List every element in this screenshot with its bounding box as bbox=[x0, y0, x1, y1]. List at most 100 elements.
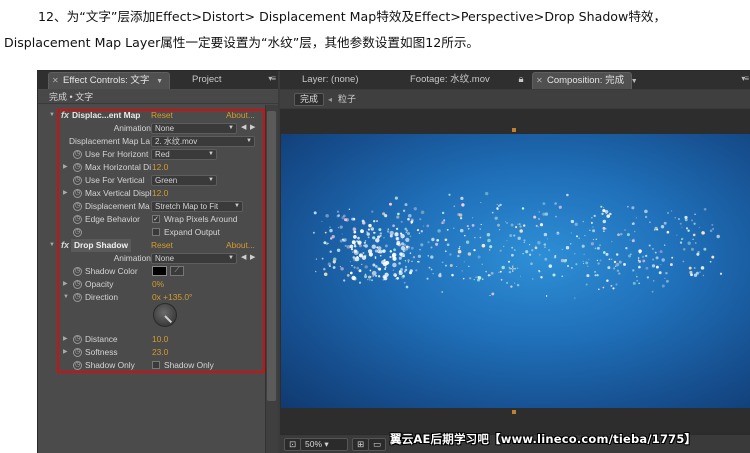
particle bbox=[539, 223, 544, 227]
max-vertical-value[interactable]: 12.0 bbox=[152, 187, 168, 200]
animation-presets-dropdown[interactable]: None ▼ bbox=[151, 123, 237, 134]
opacity-row: ▶ ◷ Opacity 0% bbox=[38, 278, 265, 291]
reset-button[interactable]: Reset bbox=[151, 109, 173, 122]
previous-preset-icon[interactable]: ◀ bbox=[241, 122, 246, 135]
stopwatch-icon[interactable]: ◷ bbox=[73, 361, 82, 370]
particle bbox=[537, 226, 539, 228]
particle bbox=[455, 265, 458, 268]
panel-menu-icon[interactable]: ▾≡ bbox=[741, 74, 749, 83]
particle bbox=[583, 253, 585, 255]
particle bbox=[340, 267, 344, 271]
comp-button-done[interactable]: 完成 bbox=[294, 93, 325, 106]
particle bbox=[427, 255, 429, 257]
particle bbox=[463, 261, 465, 263]
placement-dropdown[interactable]: Stretch Map to Fit ▼ bbox=[151, 201, 243, 212]
tab-project[interactable]: Project bbox=[186, 72, 228, 89]
composition-viewer[interactable]: ✛ bbox=[280, 109, 750, 434]
shadow-color-swatch[interactable] bbox=[152, 266, 167, 276]
map-layer-label: Displacement Map La bbox=[69, 136, 150, 146]
expand-triangle-icon[interactable]: ▶ bbox=[63, 187, 68, 200]
about-button[interactable]: About... bbox=[226, 239, 255, 252]
tab-footage[interactable]: Footage: 水纹.mov bbox=[404, 72, 496, 89]
about-button[interactable]: About... bbox=[226, 109, 255, 122]
direction-value[interactable]: 0x +135.0° bbox=[152, 291, 192, 304]
fx-icon[interactable]: fx bbox=[61, 239, 69, 252]
expand-output-checkbox[interactable] bbox=[152, 228, 160, 236]
shadow-only-checkbox[interactable] bbox=[152, 361, 160, 369]
stopwatch-icon[interactable]: ◷ bbox=[73, 176, 82, 185]
stopwatch-icon[interactable]: ◷ bbox=[73, 202, 82, 211]
expand-output-label: Expand Output bbox=[164, 227, 220, 237]
stopwatch-icon[interactable]: ◷ bbox=[73, 335, 82, 344]
bounding-handle-top[interactable] bbox=[512, 128, 516, 132]
stopwatch-icon[interactable]: ◷ bbox=[73, 189, 82, 198]
particle bbox=[439, 272, 442, 276]
stopwatch-icon[interactable]: ◷ bbox=[73, 348, 82, 357]
bounding-handle-bottom[interactable] bbox=[512, 410, 516, 414]
frame-icon[interactable]: ▭ bbox=[368, 438, 387, 451]
tab-composition[interactable]: ✕ Composition: 完成 ▼ bbox=[532, 72, 638, 89]
map-layer-dropdown[interactable]: 2. 水纹.mov ▼ bbox=[151, 136, 255, 147]
particle bbox=[594, 247, 597, 250]
direction-dial[interactable] bbox=[153, 303, 177, 327]
ds-animation-presets-dropdown[interactable]: None ▼ bbox=[151, 253, 237, 264]
particle bbox=[378, 228, 382, 232]
scrollbar-thumb[interactable] bbox=[267, 111, 276, 401]
use-horizontal-dropdown[interactable]: Red ▼ bbox=[151, 149, 217, 160]
comp-crumb-particles[interactable]: 粒子 bbox=[338, 93, 356, 106]
grid-icon[interactable]: ⊞ bbox=[352, 438, 370, 451]
softness-value[interactable]: 23.0 bbox=[152, 346, 168, 359]
expand-triangle-icon[interactable]: ▶ bbox=[63, 333, 68, 346]
expand-triangle-icon[interactable]: ▶ bbox=[63, 278, 68, 291]
watermark: 翼云AE后期学习吧【www.lineco.com/tieba/1775】 bbox=[390, 432, 697, 446]
expand-triangle-icon[interactable]: ▶ bbox=[63, 346, 68, 359]
stopwatch-icon[interactable]: ◷ bbox=[73, 215, 82, 224]
effect-drop-shadow[interactable]: ▼ fx Drop Shadow Reset About... bbox=[38, 239, 265, 252]
wrap-pixels-checkbox[interactable]: ✓ bbox=[152, 215, 160, 223]
stopwatch-icon[interactable]: ◷ bbox=[73, 280, 82, 289]
previous-preset-icon[interactable]: ◀ bbox=[241, 252, 246, 265]
particle bbox=[377, 251, 381, 254]
panel-menu-icon[interactable]: ▾≡ bbox=[268, 74, 276, 83]
tab-effect-controls[interactable]: ✕ Effect Controls: 文字 ▼ bbox=[48, 72, 170, 89]
fx-icon[interactable]: fx bbox=[61, 109, 69, 122]
particle bbox=[558, 205, 562, 209]
expand-triangle-icon[interactable]: ▼ bbox=[49, 109, 55, 122]
next-preset-icon[interactable]: ▶ bbox=[250, 122, 255, 135]
particle bbox=[341, 233, 343, 235]
particle bbox=[625, 247, 628, 250]
chevron-down-icon[interactable]: ▼ bbox=[156, 78, 163, 85]
particle bbox=[485, 270, 487, 273]
expand-triangle-icon[interactable]: ▼ bbox=[63, 291, 69, 304]
particle bbox=[408, 214, 412, 218]
stopwatch-icon[interactable]: ◷ bbox=[73, 163, 82, 172]
eyedropper-icon[interactable]: ⟋ bbox=[170, 266, 184, 276]
opacity-value[interactable]: 0% bbox=[152, 278, 164, 291]
expand-triangle-icon[interactable]: ▶ bbox=[63, 161, 68, 174]
particle bbox=[323, 272, 328, 277]
use-vertical-dropdown[interactable]: Green ▼ bbox=[151, 175, 217, 186]
max-horizontal-value[interactable]: 12.0 bbox=[152, 161, 168, 174]
stopwatch-icon[interactable]: ◷ bbox=[73, 150, 82, 159]
particle bbox=[374, 249, 378, 253]
magnify-icon[interactable]: ⊡ bbox=[284, 438, 302, 451]
lock-icon[interactable]: 🔒︎ bbox=[514, 72, 528, 89]
tab-layer[interactable]: Layer: (none) bbox=[296, 72, 365, 89]
effect-displacement-map[interactable]: ▼ fx Displac...ent Map Reset About... bbox=[38, 109, 265, 122]
next-preset-icon[interactable]: ▶ bbox=[250, 252, 255, 265]
chevron-down-icon: ▼ bbox=[208, 177, 214, 183]
expand-triangle-icon[interactable]: ▼ bbox=[49, 239, 55, 252]
close-icon[interactable]: ✕ bbox=[52, 77, 60, 85]
stopwatch-icon[interactable]: ◷ bbox=[73, 293, 82, 302]
composition-canvas[interactable]: ✛ bbox=[281, 134, 750, 408]
stopwatch-icon[interactable]: ◷ bbox=[73, 267, 82, 276]
particle bbox=[400, 220, 403, 223]
close-icon[interactable]: ✕ bbox=[536, 77, 544, 85]
distance-value[interactable]: 10.0 bbox=[152, 333, 168, 346]
particle bbox=[436, 238, 440, 242]
stopwatch-icon[interactable]: ◷ bbox=[73, 228, 82, 237]
chevron-down-icon[interactable]: ▼ bbox=[631, 78, 638, 85]
anchor-point-icon[interactable]: ✛ bbox=[509, 265, 517, 275]
zoom-dropdown[interactable]: 50% ▾ bbox=[300, 438, 348, 451]
reset-button[interactable]: Reset bbox=[151, 239, 173, 252]
